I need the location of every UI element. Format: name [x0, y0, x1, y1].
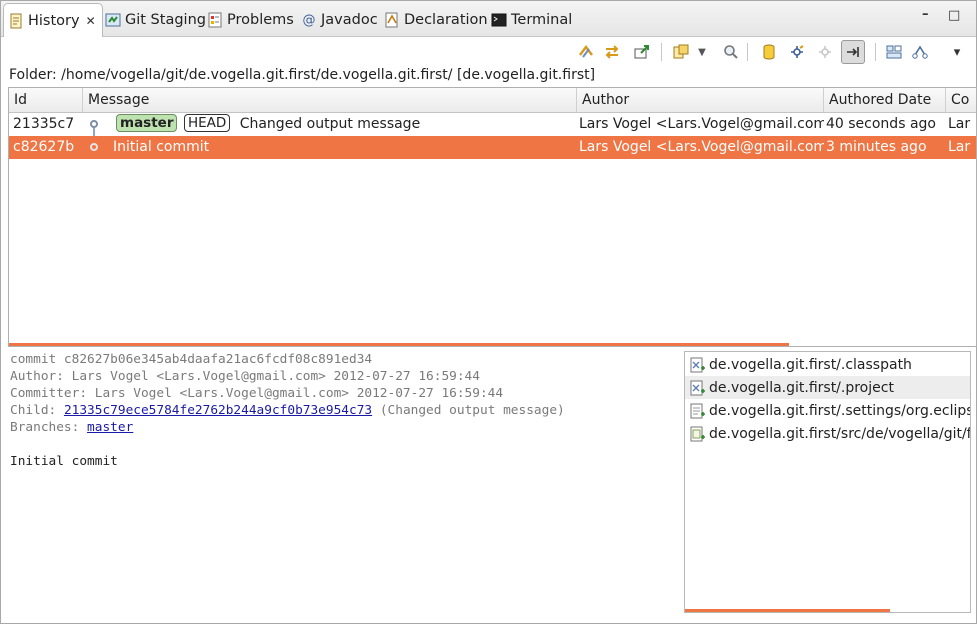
list-item[interactable]: de.vogella.git.first/.classpath — [685, 353, 970, 376]
folder-path: Folder: /home/vogella/git/de.vogella.git… — [9, 67, 596, 83]
column-header-message[interactable]: Message — [83, 88, 577, 112]
child-message: (Changed output message) — [372, 403, 565, 418]
tab-history[interactable]: History ✕ — [3, 3, 103, 37]
file-path: de.vogella.git.first/.settings/org.eclip… — [709, 402, 971, 419]
problems-icon — [207, 12, 223, 28]
commit-message: Initial commit — [113, 139, 210, 155]
xml-file-icon — [690, 357, 705, 372]
column-header-authored-date[interactable]: Authored Date — [824, 88, 946, 112]
tab-problems[interactable]: Problems — [207, 3, 294, 37]
history-icon — [8, 13, 24, 29]
changed-files-list: de.vogella.git.first/.classpath de.vogel… — [684, 351, 971, 613]
tab-declaration[interactable]: Declaration — [384, 3, 488, 37]
commit-details: commit c82627b06e345ab4daafa21ac6fcdf08c… — [10, 351, 680, 470]
java-file-icon — [690, 426, 705, 441]
commit-author: Lars Vogel <Lars.Vogel@gmail.com> — [579, 139, 824, 155]
history-view: History ✕ Git Staging Problems @ Javadoc… — [0, 0, 977, 624]
view-tab-bar: History ✕ Git Staging Problems @ Javadoc… — [1, 1, 976, 37]
commit-committer: Lar — [948, 116, 971, 132]
xml-file-icon — [690, 380, 705, 395]
layout-icon[interactable] — [884, 42, 904, 62]
link-with-selection-icon[interactable] — [602, 42, 622, 62]
list-item[interactable]: de.vogella.git.first/.settings/org.eclip… — [685, 399, 970, 422]
child-line: Child: 21335c79ece5784fe2762b244a9cf0b73… — [10, 402, 680, 419]
tab-problems-label: Problems — [227, 12, 294, 28]
compare-icon[interactable] — [910, 42, 930, 62]
tab-history-label: History — [28, 12, 80, 29]
file-path: de.vogella.git.first/.project — [709, 379, 894, 396]
minimize-button[interactable]: – — [922, 7, 929, 22]
branch-badge: master — [116, 114, 178, 132]
horizontal-scrollbar[interactable] — [9, 343, 789, 346]
horizontal-scrollbar[interactable] — [685, 609, 890, 612]
commit-node-icon — [90, 143, 98, 151]
file-path: de.vogella.git.first/src/de/vogella/git/… — [709, 425, 971, 442]
commit-author: Lars Vogel <Lars.Vogel@gmail.com> — [579, 116, 824, 132]
search-icon[interactable] — [721, 42, 741, 62]
show-all-branches-icon[interactable] — [787, 42, 807, 62]
show-first-parent-icon[interactable] — [815, 42, 835, 62]
branches-label: Branches: — [10, 420, 88, 435]
tab-terminal[interactable]: Terminal — [491, 3, 572, 37]
branch-link[interactable]: master — [87, 420, 133, 435]
declaration-icon — [384, 12, 400, 28]
commit-message-cell: master HEAD Changed output message — [114, 113, 574, 136]
filter-icon[interactable] — [671, 42, 691, 62]
tab-terminal-label: Terminal — [511, 12, 573, 28]
commit-date: 40 seconds ago — [826, 116, 936, 132]
tab-git-staging-label: Git Staging — [125, 12, 206, 28]
commit-date: 3 minutes ago — [826, 139, 927, 155]
list-item[interactable]: de.vogella.git.first/.project — [685, 376, 970, 399]
head-badge: HEAD — [183, 114, 231, 132]
child-commit-link[interactable]: 21335c79ece5784fe2762b244a9cf0b73e954c73 — [64, 403, 372, 418]
table-row[interactable]: 21335c7 master HEAD Changed output messa… — [9, 113, 976, 136]
compare-mode-icon[interactable] — [576, 42, 596, 62]
repository-icon[interactable] — [759, 42, 779, 62]
view-menu-icon[interactable]: ▾ — [947, 42, 967, 62]
column-header-id[interactable]: Id — [9, 88, 83, 112]
tab-declaration-label: Declaration — [404, 12, 488, 28]
commit-id: c82627b — [13, 139, 75, 155]
column-header-committer[interactable]: Co — [946, 88, 976, 112]
child-label: Child: — [10, 403, 64, 418]
history-toolbar: ▼ ▾ — [571, 40, 971, 64]
show-details-icon[interactable] — [632, 42, 652, 62]
link-with-editor-icon[interactable] — [841, 40, 865, 64]
full-commit-message: Initial commit — [10, 454, 118, 469]
commit-node-icon — [90, 120, 98, 128]
branches-line: Branches: master — [10, 419, 680, 436]
commit-message: Changed output message — [239, 116, 421, 132]
commit-committer: Lar — [948, 139, 971, 155]
maximize-button[interactable]: □ — [948, 8, 960, 23]
filter-dropdown-icon[interactable]: ▼ — [695, 42, 709, 62]
column-header-author[interactable]: Author — [577, 88, 824, 112]
text-file-icon — [690, 403, 705, 418]
javadoc-icon: @ — [302, 12, 316, 28]
list-item[interactable]: de.vogella.git.first/src/de/vogella/git/… — [685, 422, 970, 445]
terminal-icon — [491, 12, 507, 28]
close-icon[interactable]: ✕ — [86, 14, 96, 28]
commit-id: 21335c7 — [13, 116, 75, 132]
git-staging-icon — [105, 12, 121, 28]
tab-javadoc-label: Javadoc — [321, 12, 378, 28]
file-path: de.vogella.git.first/.classpath — [709, 356, 912, 373]
table-row[interactable]: c82627b Initial commit Lars Vogel <Lars.… — [9, 136, 976, 159]
commit-table: Id Message Author Authored Date Co 21335… — [8, 87, 977, 347]
table-header: Id Message Author Authored Date Co — [9, 88, 976, 113]
tab-git-staging[interactable]: Git Staging — [105, 3, 206, 37]
tab-javadoc[interactable]: @ Javadoc — [301, 3, 378, 37]
committer-line: Committer: Lars Vogel <Lars.Vogel@gmail.… — [10, 386, 504, 401]
author-line: Author: Lars Vogel <Lars.Vogel@gmail.com… — [10, 369, 480, 384]
commit-hash-line: commit c82627b06e345ab4daafa21ac6fcdf08c… — [10, 352, 373, 367]
